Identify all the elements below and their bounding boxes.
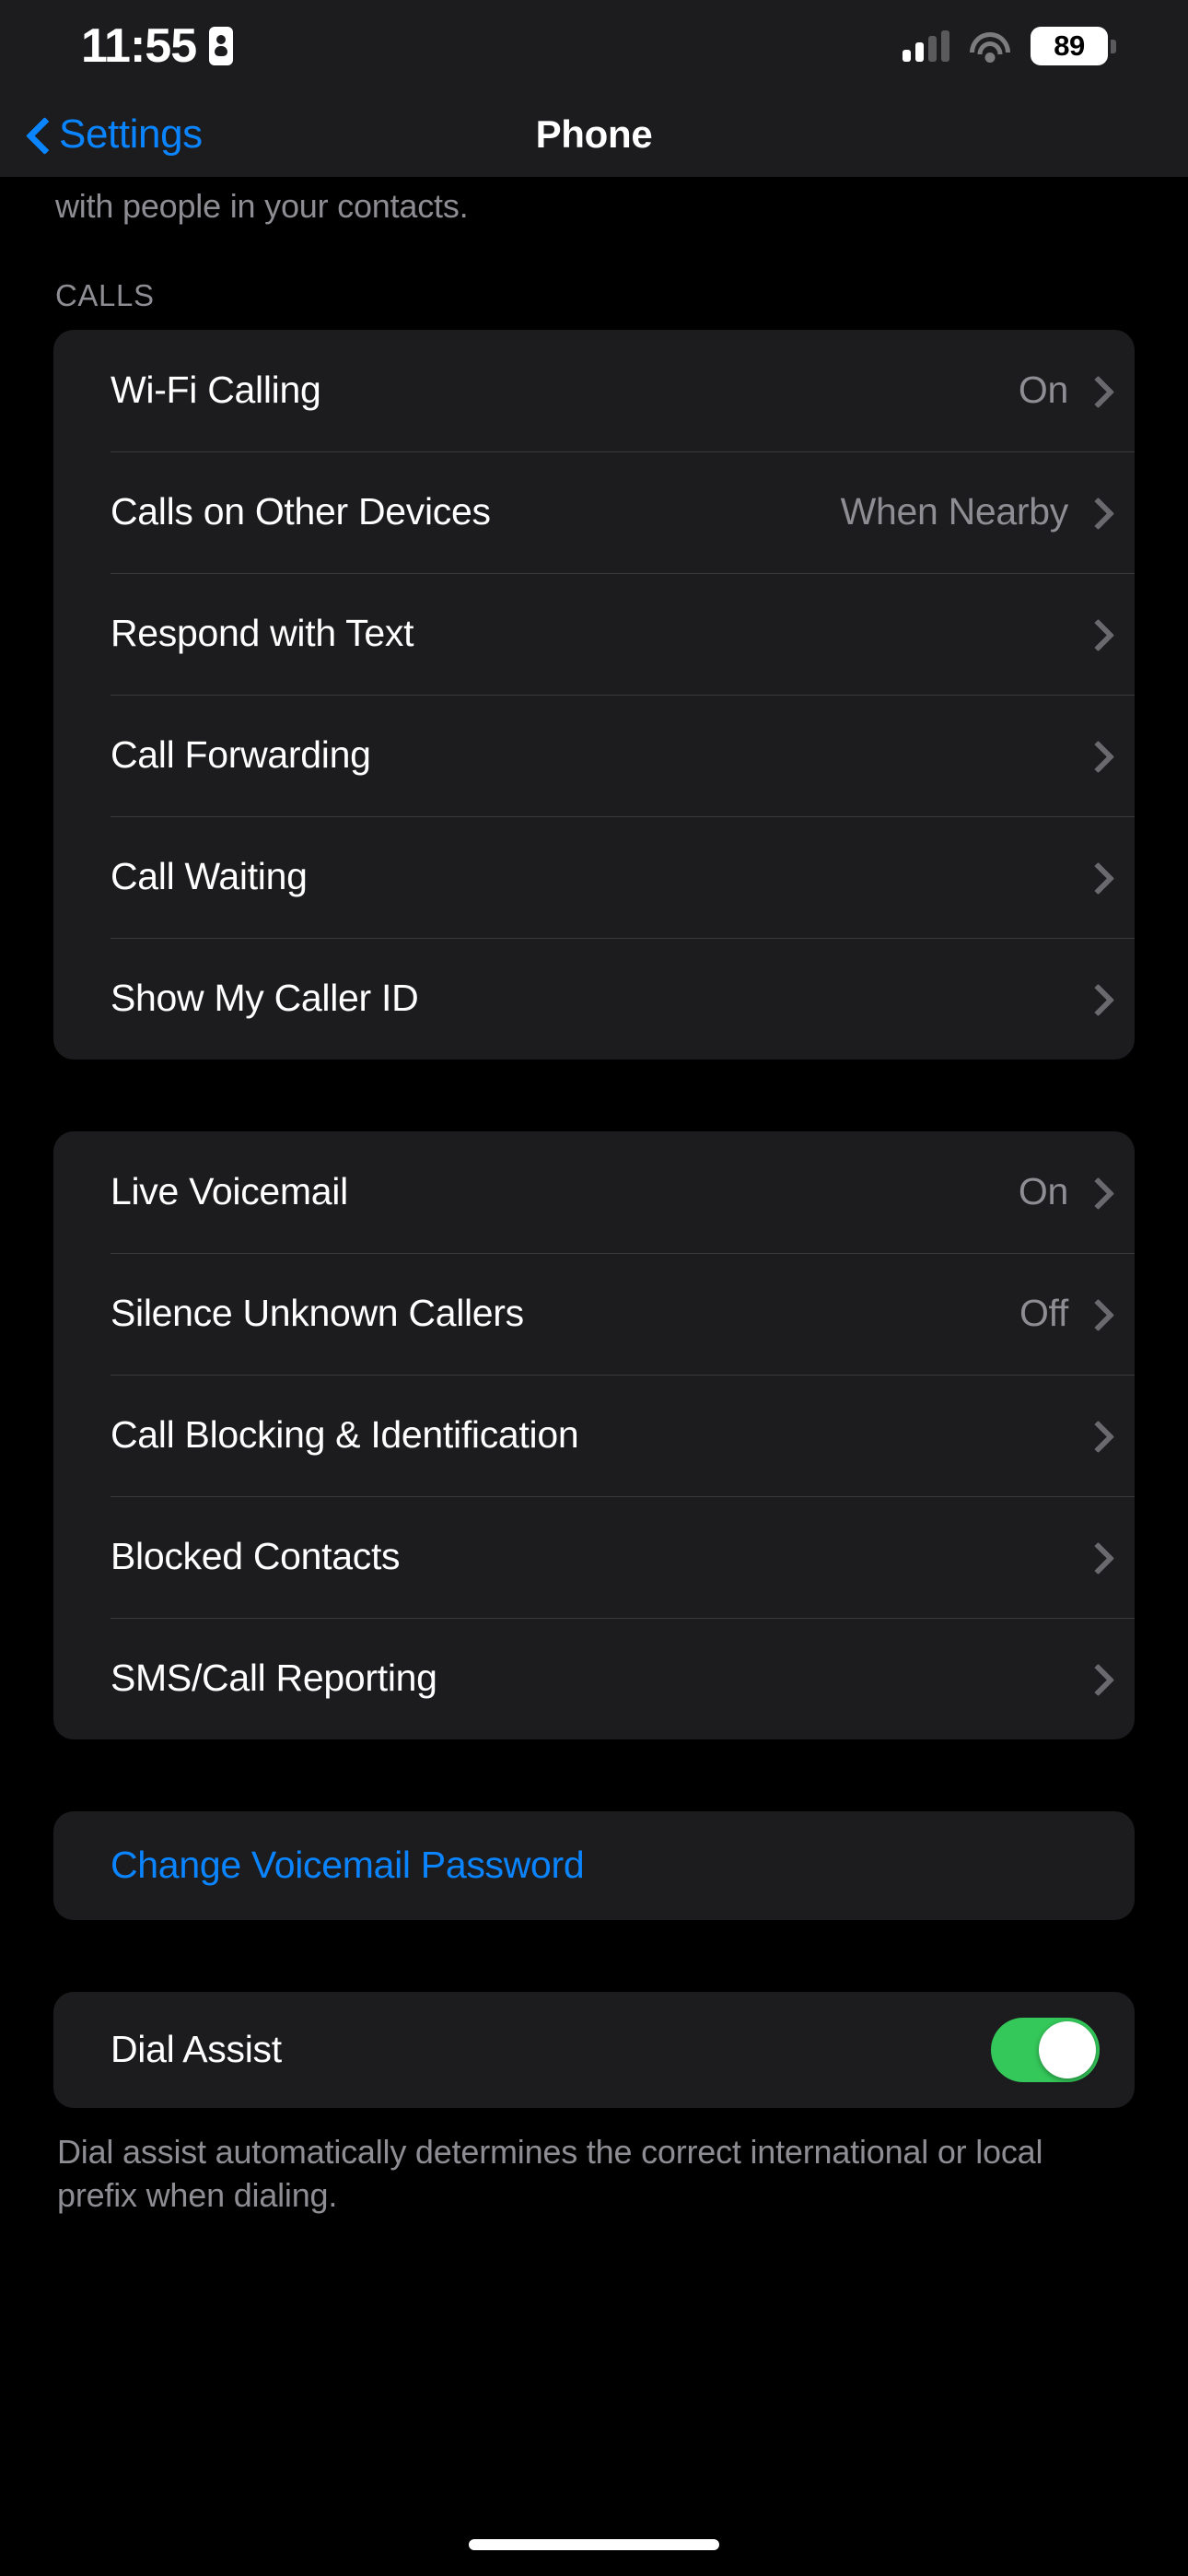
calls-settings-card: Wi-Fi Calling On Calls on Other Devices … [53,329,1135,1060]
row-label: Call Waiting [111,855,308,898]
previous-section-footer: with people in your contacts. [55,187,469,225]
home-indicator[interactable] [469,2539,719,2550]
row-dial-assist: Dial Assist [53,1992,1135,2108]
row-call-blocking-identification[interactable]: Call Blocking & Identification [53,1374,1135,1496]
row-call-forwarding[interactable]: Call Forwarding [53,694,1135,816]
dial-assist-card: Dial Assist [53,1991,1135,2108]
row-sms-call-reporting[interactable]: SMS/Call Reporting [53,1617,1135,1739]
section-header-calls: CALLS [55,277,155,312]
row-accessory: On [1019,369,1103,412]
change-voicemail-password-button[interactable]: Change Voicemail Password [53,1811,1135,1920]
row-accessory: When Nearby [841,490,1103,533]
chevron-left-icon [28,117,48,152]
row-call-waiting[interactable]: Call Waiting [53,815,1135,938]
row-value: When Nearby [840,490,1069,533]
wifi-icon [970,30,1010,63]
row-accessory: Off [1019,1292,1103,1335]
navigation-bar: Settings Phone [0,92,1188,177]
dial-assist-toggle[interactable] [991,2017,1100,2082]
row-blocked-contacts[interactable]: Blocked Contacts [53,1495,1135,1618]
cellular-signal-icon [903,30,949,62]
chevron-right-icon [1087,1664,1103,1693]
row-label: Wi-Fi Calling [111,369,321,412]
battery-icon: 89 [1031,27,1116,65]
chevron-right-icon [1087,376,1103,405]
row-silence-unknown-callers[interactable]: Silence Unknown Callers Off [53,1252,1135,1375]
row-show-my-caller-id[interactable]: Show My Caller ID [53,937,1135,1060]
chevron-right-icon [1087,1299,1103,1329]
status-time: 11:55 [81,19,197,73]
row-label: Live Voicemail [111,1170,348,1213]
row-label: Silence Unknown Callers [111,1292,524,1335]
row-label: Call Blocking & Identification [111,1413,579,1457]
chevron-right-icon [1087,862,1103,892]
row-live-voicemail[interactable]: Live Voicemail On [53,1131,1135,1253]
voicemail-blocking-card: Live Voicemail On Silence Unknown Caller… [53,1130,1135,1739]
row-label: Blocked Contacts [111,1535,401,1578]
dial-assist-label: Dial Assist [111,2028,282,2071]
row-label: Calls on Other Devices [111,490,491,533]
faceid-icon [209,27,234,65]
chevron-right-icon [1087,741,1103,770]
back-button[interactable]: Settings [0,111,203,158]
row-label: Show My Caller ID [111,977,419,1020]
row-calls-on-other-devices[interactable]: Calls on Other Devices When Nearby [53,451,1135,573]
chevron-right-icon [1087,1542,1103,1572]
row-label: Respond with Text [111,612,414,655]
row-label: SMS/Call Reporting [111,1657,437,1700]
toggle-knob [1039,2020,1096,2078]
row-accessory [1087,984,1103,1013]
battery-level-label: 89 [1054,29,1085,62]
row-wifi-calling[interactable]: Wi-Fi Calling On [53,330,1135,451]
status-bar-right: 89 [903,27,1116,65]
row-accessory: On [1019,1170,1103,1213]
row-label: Call Forwarding [111,733,371,777]
status-bar-left: 11:55 [81,19,234,73]
back-button-label: Settings [59,111,203,157]
status-bar: 11:55 89 [0,0,1188,92]
chevron-right-icon [1087,1421,1103,1450]
row-value: Off [1019,1292,1068,1335]
row-value: On [1018,369,1068,412]
settings-scroll-view[interactable]: with people in your contacts. CALLS Wi-F… [0,177,1188,2576]
dial-assist-footer: Dial assist automatically determines the… [57,2132,1043,2215]
change-voicemail-password-label: Change Voicemail Password [111,1844,585,1887]
row-accessory [1087,619,1103,649]
row-accessory [1087,1542,1103,1572]
row-accessory [1087,1421,1103,1450]
row-accessory [1087,862,1103,892]
phone-settings-screen: 11:55 89 Settings Phone with people in y… [0,0,1188,2576]
chevron-right-icon [1087,619,1103,649]
chevron-right-icon [1087,498,1103,527]
row-accessory [1087,741,1103,770]
row-accessory [1087,1664,1103,1693]
row-respond-with-text[interactable]: Respond with Text [53,572,1135,695]
row-value: On [1018,1170,1068,1213]
chevron-right-icon [1087,984,1103,1013]
change-voicemail-password-card: Change Voicemail Password [53,1810,1135,1920]
chevron-right-icon [1087,1177,1103,1207]
